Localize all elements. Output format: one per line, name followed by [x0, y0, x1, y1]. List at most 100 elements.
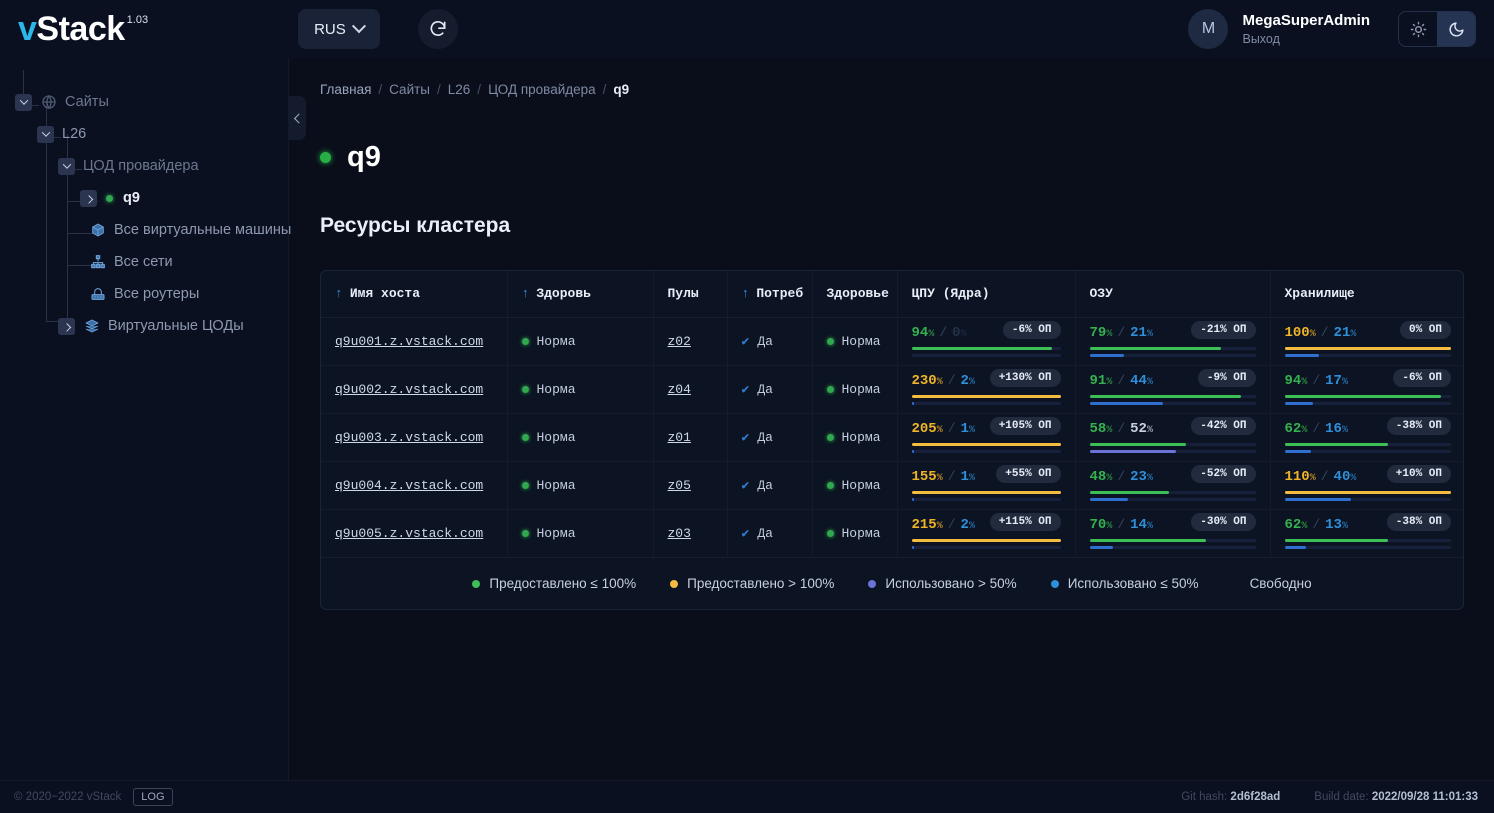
- breadcrumb-item-home[interactable]: Главная: [320, 82, 371, 97]
- pool-link[interactable]: z05: [668, 478, 691, 493]
- cpu-provided-bar: [911, 491, 1061, 494]
- table-row[interactable]: q9u003.z.vstack.com Норма z01 ✔ Да Норма …: [321, 413, 1465, 462]
- avatar[interactable]: M: [1188, 9, 1229, 49]
- hostname-link[interactable]: q9u004.z.vstack.com: [335, 478, 483, 493]
- status-dot-icon: [826, 433, 834, 441]
- cpu-provided-bar: [911, 443, 1061, 446]
- storage-provided: 62%: [1284, 517, 1308, 534]
- expand-toggle-icon[interactable]: [58, 157, 75, 175]
- language-label: RUS: [314, 20, 346, 38]
- col-label: Здоровье: [826, 286, 889, 302]
- table-row[interactable]: q9u002.z.vstack.com Норма z04 ✔ Да Норма …: [321, 365, 1465, 414]
- col-health-2[interactable]: Здоровье: [812, 271, 898, 318]
- col-label: Имя хоста: [349, 286, 421, 302]
- sidebar-item-sites[interactable]: Сайты: [0, 86, 288, 118]
- hostname-link[interactable]: q9u001.z.vstack.com: [335, 334, 483, 349]
- cell-ram: 70% / 14% -30% ОП: [1075, 509, 1271, 557]
- expand-toggle-icon[interactable]: [58, 317, 75, 335]
- ram-bars: [1089, 395, 1256, 405]
- sidebar-item-provider-dc[interactable]: ЦОД провайдера: [0, 150, 288, 182]
- chevron-down-icon: [351, 19, 366, 34]
- sidebar-item-all-networks[interactable]: Все сети: [0, 246, 288, 278]
- col-label: Пулы: [667, 286, 699, 302]
- storage-provided: 110%: [1284, 469, 1316, 485]
- hostname-link[interactable]: q9u002.z.vstack.com: [335, 382, 483, 397]
- storage-delta-badge: 0% ОП: [1399, 321, 1451, 339]
- light-theme-button[interactable]: [1399, 12, 1437, 46]
- log-button[interactable]: LOG: [133, 788, 173, 806]
- cpu-used-bar: [911, 354, 1061, 357]
- sidebar-item-q9[interactable]: q9: [0, 182, 288, 214]
- legend-color-dot: [472, 579, 481, 588]
- breadcrumb-item-sites[interactable]: Сайты: [389, 82, 430, 97]
- col-ram[interactable]: ОЗУ: [1075, 271, 1271, 318]
- col-pools[interactable]: Пулы: [653, 271, 728, 318]
- col-label: ОЗУ: [1089, 286, 1113, 302]
- sort-asc-icon: ↑: [521, 286, 530, 302]
- language-selector[interactable]: RUS: [298, 9, 380, 49]
- breadcrumb-item-provider-dc[interactable]: ЦОД провайдера: [488, 82, 596, 97]
- pool-link[interactable]: z04: [668, 382, 691, 397]
- legend-color-dot: [670, 579, 679, 588]
- cpu-delta-badge: +105% ОП: [989, 417, 1061, 435]
- storage-separator: /: [1320, 325, 1329, 340]
- col-cpu[interactable]: ЦПУ (Ядра): [897, 271, 1076, 318]
- pool-link[interactable]: z02: [668, 334, 691, 349]
- cluster-resources-table-card: ↑ Имя хоста ↑ Здоровь Пулы ↑ Потреб Здоровь…: [320, 270, 1465, 610]
- breadcrumb-item-l26[interactable]: L26: [448, 82, 471, 97]
- cell-health-1: Норма: [507, 317, 654, 366]
- expand-toggle-icon[interactable]: [15, 93, 32, 111]
- cpu-delta-badge: +55% ОП: [996, 465, 1061, 483]
- footer: © 2020−2022 vStack LOG Git hash: 2d6f28a…: [0, 780, 1494, 813]
- sidebar-item-all-routers[interactable]: Все роутеры: [0, 278, 288, 310]
- storage-delta-badge: +10% ОП: [1386, 465, 1451, 483]
- cell-cpu: 215% / 2% +115% ОП: [897, 509, 1076, 557]
- storage-metric: 110% / 40% +10% ОП: [1284, 465, 1451, 501]
- storage-provided-bar: [1284, 443, 1451, 446]
- sort-asc-icon: ↑: [335, 286, 343, 302]
- sidebar-item-virtual-dcs[interactable]: Виртуальные ЦОДы: [0, 310, 288, 342]
- hostname-link[interactable]: q9u005.z.vstack.com: [335, 526, 483, 541]
- cell-ram: 91% / 44% -9% ОП: [1075, 365, 1271, 414]
- expand-toggle-icon[interactable]: [37, 125, 54, 143]
- status-dot-icon: [521, 433, 529, 441]
- sidebar-item-all-vms[interactable]: Все виртуальные машины: [0, 214, 291, 246]
- app-logo[interactable]: vStack 1.03: [18, 12, 148, 46]
- cpu-bars: [911, 443, 1061, 453]
- table-row[interactable]: q9u005.z.vstack.com Норма z03 ✔ Да Норма …: [321, 509, 1465, 557]
- cell-cpu: 94% / 0% -6% ОП: [897, 317, 1076, 366]
- refresh-button[interactable]: [417, 9, 458, 49]
- cell-consumed: ✔ Да: [727, 461, 813, 510]
- cpu-delta-badge: +115% ОП: [989, 513, 1061, 532]
- cell-hostname: q9u001.z.vstack.com: [321, 317, 508, 366]
- pool-link[interactable]: z03: [668, 526, 691, 541]
- col-consumed[interactable]: ↑ Потреб: [727, 271, 813, 318]
- cpu-provided: 155%: [911, 469, 943, 485]
- ram-delta-badge: -21% ОП: [1191, 321, 1256, 339]
- app-root: vStack 1.03 RUS M MegaSuperAdmin Выход С…: [0, 0, 1494, 813]
- cpu-separator: /: [947, 421, 956, 436]
- expand-toggle-icon[interactable]: [80, 189, 97, 207]
- status-dot-icon: [826, 337, 834, 345]
- col-hostname[interactable]: ↑ Имя хоста: [321, 271, 508, 318]
- dark-theme-button[interactable]: [1437, 12, 1475, 46]
- cell-health-2: Норма: [812, 509, 898, 557]
- consumed-label: Да: [757, 525, 773, 541]
- table-row[interactable]: q9u001.z.vstack.com Норма z02 ✔ Да Норма …: [321, 317, 1465, 366]
- cell-pool: z01: [653, 413, 728, 462]
- col-storage[interactable]: Хранилище: [1270, 271, 1465, 318]
- logout-link[interactable]: Выход: [1242, 31, 1370, 47]
- cpu-bars: [911, 395, 1061, 405]
- cell-pool: z02: [653, 317, 728, 366]
- sidebar-item-l26[interactable]: L26: [0, 118, 288, 150]
- legend-item: Предоставлено > 100%: [670, 576, 834, 591]
- refresh-icon: [430, 21, 446, 36]
- status-dot-icon: [521, 337, 529, 345]
- version-label: 1.03: [126, 14, 149, 26]
- breadcrumb-current: q9: [613, 82, 630, 97]
- col-health-1[interactable]: ↑ Здоровь: [507, 271, 654, 318]
- pool-link[interactable]: z01: [668, 430, 691, 445]
- layers-icon: [83, 318, 100, 335]
- hostname-link[interactable]: q9u003.z.vstack.com: [335, 430, 483, 445]
- table-row[interactable]: q9u004.z.vstack.com Норма z05 ✔ Да Норма …: [321, 461, 1465, 510]
